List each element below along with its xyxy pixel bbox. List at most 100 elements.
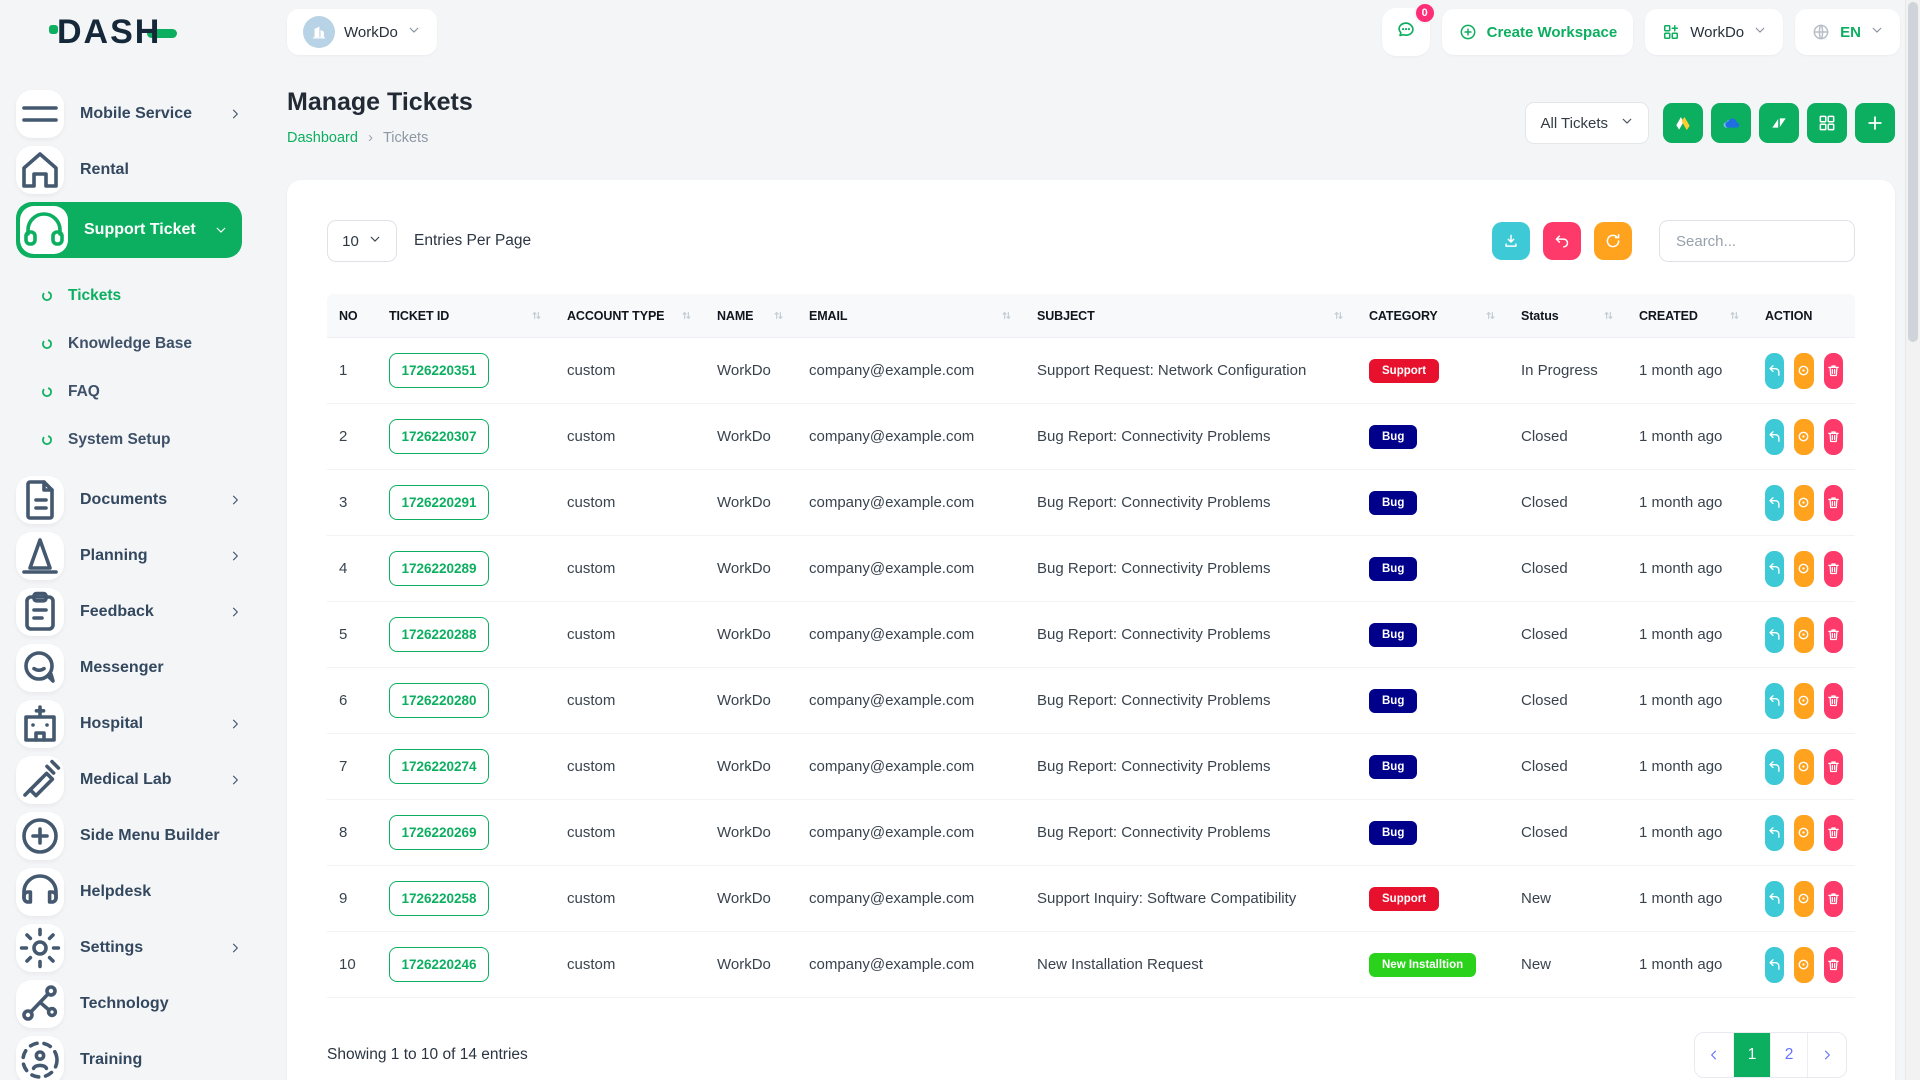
- sidebar-item-hospital[interactable]: Hospital: [16, 700, 242, 748]
- column-header-email[interactable]: EMAIL: [797, 309, 1025, 323]
- view-button[interactable]: [1794, 947, 1813, 983]
- ticket-id-button[interactable]: 1726220291: [389, 485, 489, 520]
- view-button[interactable]: [1794, 881, 1813, 917]
- sidebar-item-mobile-service[interactable]: Mobile Service: [16, 90, 242, 138]
- grid-view-button[interactable]: [1807, 103, 1847, 143]
- delete-button[interactable]: [1824, 551, 1843, 587]
- sidebar-item-messenger[interactable]: Messenger: [16, 644, 242, 692]
- sidebar-item-support-ticket[interactable]: Support Ticket: [16, 202, 242, 258]
- reply-button[interactable]: [1765, 419, 1784, 455]
- sidebar-item-side-menu-builder[interactable]: Side Menu Builder: [16, 812, 242, 860]
- sidebar-subitem-knowledge-base[interactable]: Knowledge Base: [16, 320, 242, 368]
- chat-button[interactable]: 0: [1382, 8, 1430, 56]
- reply-button[interactable]: [1765, 551, 1784, 587]
- action-cell: [1753, 551, 1855, 587]
- ticket-id-button[interactable]: 1726220288: [389, 617, 489, 652]
- sidebar-item-medical-lab[interactable]: Medical Lab: [16, 756, 242, 804]
- view-button[interactable]: [1794, 419, 1813, 455]
- subject-cell: Bug Report: Connectivity Problems: [1025, 692, 1357, 709]
- sidebar-item-rental[interactable]: Rental: [16, 146, 242, 194]
- ticket-id-button[interactable]: 1726220274: [389, 749, 489, 784]
- reply-button[interactable]: [1765, 749, 1784, 785]
- view-button[interactable]: [1794, 551, 1813, 587]
- reply-button[interactable]: [1765, 485, 1784, 521]
- breadcrumb-dashboard-link[interactable]: Dashboard: [287, 130, 358, 146]
- ticket-filter-dropdown[interactable]: All Tickets: [1525, 102, 1649, 144]
- column-header-name[interactable]: NAME: [705, 309, 797, 323]
- ticket-id-button[interactable]: 1726220351: [389, 353, 489, 388]
- sidebar-subitem-tickets[interactable]: Tickets: [16, 272, 242, 320]
- column-header-account-type[interactable]: ACCOUNT TYPE: [555, 309, 705, 323]
- ticket-id-button[interactable]: 1726220246: [389, 947, 489, 982]
- pagination-page-1[interactable]: 1: [1733, 1033, 1770, 1077]
- delete-button[interactable]: [1824, 353, 1843, 389]
- reply-button[interactable]: [1765, 683, 1784, 719]
- sidebar-item-settings[interactable]: Settings: [16, 924, 242, 972]
- gdrive-button[interactable]: [1663, 103, 1703, 143]
- delete-button[interactable]: [1824, 617, 1843, 653]
- column-header-category[interactable]: CATEGORY: [1357, 309, 1509, 323]
- sidebar-subitem-system-setup[interactable]: System Setup: [16, 416, 242, 464]
- view-button[interactable]: [1794, 683, 1813, 719]
- ticket-id-button[interactable]: 1726220280: [389, 683, 489, 718]
- add-ticket-button[interactable]: [1855, 103, 1895, 143]
- search-input[interactable]: [1659, 220, 1855, 262]
- column-label: EMAIL: [809, 309, 847, 323]
- page-scrollbar[interactable]: [1905, 0, 1920, 1080]
- view-button[interactable]: [1794, 485, 1813, 521]
- action-cell: [1753, 815, 1855, 851]
- sidebar-item-feedback[interactable]: Feedback: [16, 588, 242, 636]
- delete-button[interactable]: [1824, 881, 1843, 917]
- ticket-id-button[interactable]: 1726220269: [389, 815, 489, 850]
- sidebar-item-helpdesk[interactable]: Helpdesk: [16, 868, 242, 916]
- zendesk-button[interactable]: [1759, 103, 1799, 143]
- sidebar-item-planning[interactable]: Planning: [16, 532, 242, 580]
- app-switcher[interactable]: WorkDo: [1645, 9, 1783, 55]
- view-button[interactable]: [1794, 749, 1813, 785]
- view-button[interactable]: [1794, 815, 1813, 851]
- scrollbar-thumb[interactable]: [1908, 2, 1918, 342]
- reset-button[interactable]: [1543, 222, 1581, 260]
- language-selector[interactable]: EN: [1795, 9, 1900, 55]
- sidebar-item-technology[interactable]: Technology: [16, 980, 242, 1028]
- dot-circle-icon: [40, 289, 54, 303]
- sidebar-item-training[interactable]: Training: [16, 1036, 242, 1080]
- column-header-subject[interactable]: SUBJECT: [1025, 309, 1357, 323]
- sidebar-subitem-faq[interactable]: FAQ: [16, 368, 242, 416]
- workspace-switcher[interactable]: WorkDo: [287, 9, 437, 55]
- view-button[interactable]: [1794, 617, 1813, 653]
- column-header-created[interactable]: CREATED: [1627, 309, 1753, 323]
- reply-button[interactable]: [1765, 947, 1784, 983]
- ticket-id-button[interactable]: 1726220307: [389, 419, 489, 454]
- action-cell: [1753, 617, 1855, 653]
- column-label: ACCOUNT TYPE: [567, 309, 664, 323]
- export-button[interactable]: [1492, 222, 1530, 260]
- ticket-id-button[interactable]: 1726220289: [389, 551, 489, 586]
- entries-per-page-select[interactable]: 10: [327, 220, 397, 262]
- created-cell: 1 month ago: [1627, 692, 1753, 709]
- column-header-status[interactable]: Status: [1509, 309, 1627, 323]
- delete-button[interactable]: [1824, 815, 1843, 851]
- reply-button[interactable]: [1765, 815, 1784, 851]
- delete-button[interactable]: [1824, 683, 1843, 719]
- name-cell: WorkDo: [705, 428, 797, 445]
- pagination-next-button[interactable]: [1807, 1033, 1846, 1077]
- pagination-page-2[interactable]: 2: [1770, 1033, 1807, 1077]
- sidebar-item-documents[interactable]: Documents: [16, 476, 242, 524]
- reply-button[interactable]: [1765, 881, 1784, 917]
- reply-button[interactable]: [1765, 617, 1784, 653]
- ticket-id-button[interactable]: 1726220258: [389, 881, 489, 916]
- eye-icon: [1796, 825, 1811, 840]
- reply-button[interactable]: [1765, 353, 1784, 389]
- refresh-button[interactable]: [1594, 222, 1632, 260]
- onedrive-button[interactable]: [1711, 103, 1751, 143]
- pagination-prev-button[interactable]: [1695, 1033, 1733, 1077]
- delete-button[interactable]: [1824, 485, 1843, 521]
- reply-icon: [1767, 759, 1782, 774]
- delete-button[interactable]: [1824, 419, 1843, 455]
- create-workspace-button[interactable]: Create Workspace: [1442, 9, 1634, 55]
- column-header-ticket-id[interactable]: TICKET ID: [377, 309, 555, 323]
- delete-button[interactable]: [1824, 947, 1843, 983]
- view-button[interactable]: [1794, 353, 1813, 389]
- delete-button[interactable]: [1824, 749, 1843, 785]
